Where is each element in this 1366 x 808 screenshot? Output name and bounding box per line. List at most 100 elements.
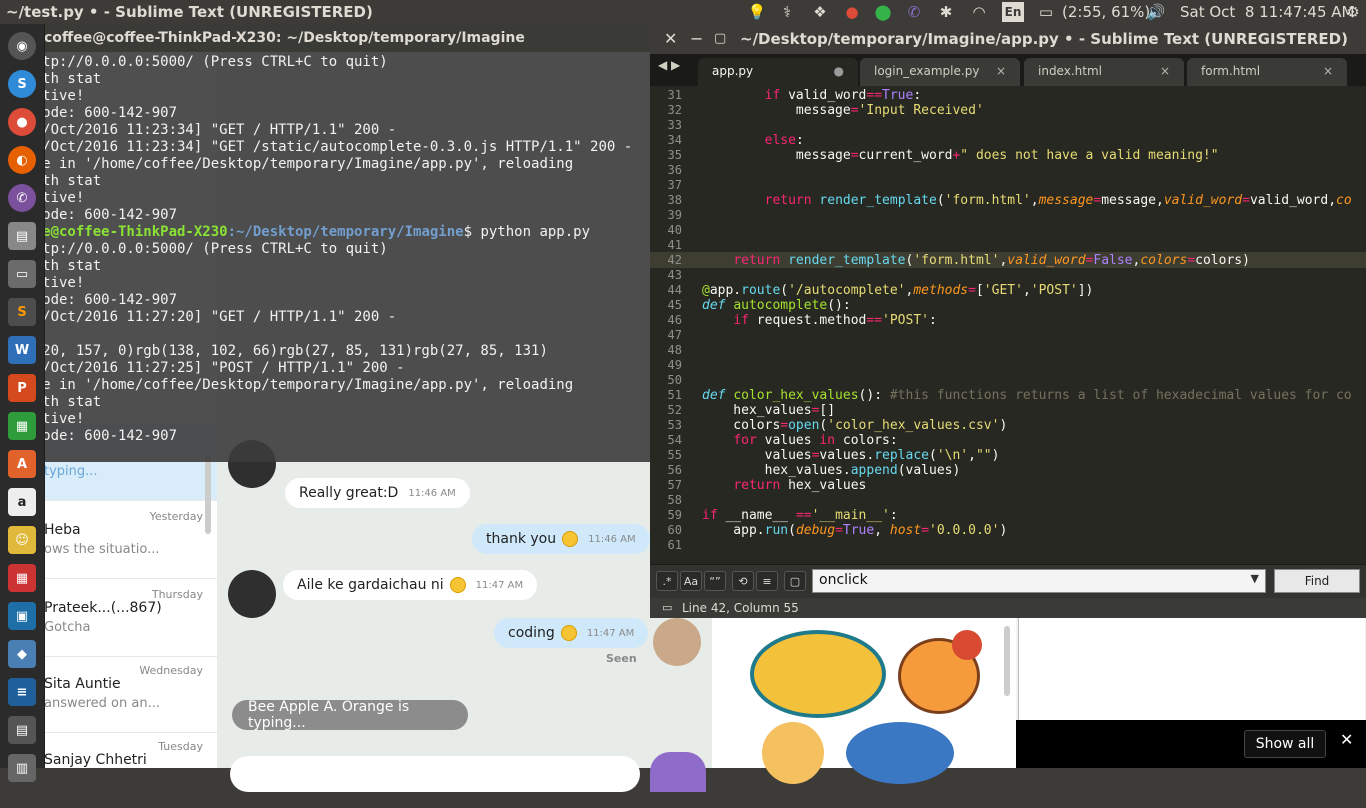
wifi-icon[interactable]: ◠ xyxy=(968,2,990,22)
line-number: 43 xyxy=(667,268,682,282)
chrome-tray-icon[interactable]: ● xyxy=(842,2,862,22)
tab-label: index.html xyxy=(1038,64,1102,78)
clock[interactable]: Sat Oct 8 11:47:45 AM xyxy=(1180,2,1355,22)
calc-icon[interactable]: ▦ xyxy=(8,412,36,440)
terminal-icon[interactable]: ▭ xyxy=(8,260,36,288)
close-icon[interactable]: ✕ xyxy=(1340,730,1353,749)
whole-word-toggle-icon[interactable]: “” xyxy=(704,571,726,591)
terminal-line: change in '/home/coffee/Desktop/temporar… xyxy=(0,377,574,393)
firefox-icon[interactable]: ◐ xyxy=(8,146,36,174)
line-number: 56 xyxy=(667,463,682,477)
in-selection-toggle-icon[interactable]: ≡ xyxy=(756,571,778,591)
wrap-toggle-icon[interactable]: ⟲ xyxy=(732,571,754,591)
location-icon[interactable]: ⬤ xyxy=(874,2,892,22)
send-button[interactable] xyxy=(650,752,706,792)
tab-login-example[interactable]: login_example.py × xyxy=(860,58,1020,86)
case-toggle-icon[interactable]: Aa xyxy=(680,571,702,591)
highlight-toggle-icon[interactable]: ▢ xyxy=(784,571,806,591)
regex-toggle-icon[interactable]: .* xyxy=(656,571,678,591)
how-you-sticker[interactable] xyxy=(846,722,954,784)
impress-icon[interactable]: P xyxy=(8,374,36,402)
terminal-output[interactable]: on http://0.0.0.0:5000/ (Press CTRL+C to… xyxy=(0,52,650,462)
code-line: @app.route('/autocomplete',methods=['GET… xyxy=(702,283,1094,298)
close-icon[interactable]: ✕ xyxy=(664,29,677,48)
message-time: 11:46 AM xyxy=(588,533,636,545)
files-icon[interactable]: ▤ xyxy=(8,222,36,250)
code-line: def autocomplete(): xyxy=(702,298,851,313)
chat-day: Wednesday xyxy=(139,664,203,677)
terminal-prompt-line: coffee@coffee-ThinkPad-X230:~/Desktop/te… xyxy=(0,224,590,241)
workspace-switcher-icon[interactable]: ▣ xyxy=(8,602,36,630)
tab-bar: ◀ ▶ app.py ● login_example.py × index.ht… xyxy=(650,54,1366,86)
chat-list-item[interactable]: Thursday Prateek...(...867) Gotcha xyxy=(44,580,217,657)
terminal-titlebar: coffee@coffee-ThinkPad-X230: ~/Desktop/t… xyxy=(0,24,650,52)
writer-icon[interactable]: W xyxy=(8,336,36,364)
panel-toggle-icon[interactable]: ▭ xyxy=(662,601,672,614)
battery-icon[interactable]: ▭ xyxy=(1034,2,1058,22)
chat-list-item[interactable]: Tuesday Sanjay Chhetri xyxy=(44,732,217,808)
app-icon[interactable]: ≡ xyxy=(8,678,36,706)
code-editor[interactable]: 31 32 33 34 35 36 37 38 39 40 41 42 43 4… xyxy=(650,86,1366,570)
chat-list-scrollbar[interactable] xyxy=(205,454,211,534)
message-bubble: Aile ke gardaichau ni 11:47 AM xyxy=(283,570,538,600)
settings-icon[interactable]: ✱ xyxy=(936,2,956,22)
line-number: 60 xyxy=(667,523,682,537)
grid-app-icon[interactable]: ▦ xyxy=(8,564,36,592)
app-icon[interactable]: ▤ xyxy=(8,716,36,744)
show-all-button[interactable]: Show all xyxy=(1244,730,1326,758)
chat-list-item[interactable]: Yesterday Heba ows the situatio... xyxy=(44,502,217,579)
boy-sticker[interactable] xyxy=(762,722,824,784)
terminal-line: - [08/Oct/2016 11:27:20] "GET / HTTP/1.1… xyxy=(0,309,397,325)
sticker-scrollbar[interactable] xyxy=(1004,626,1010,696)
tab-form-html[interactable]: form.html × xyxy=(1187,58,1347,86)
typing-indicator: Bee Apple A. Orange is typing... xyxy=(232,699,468,731)
chevron-down-icon[interactable]: ▼ xyxy=(1251,572,1259,585)
chrome-icon[interactable]: ● xyxy=(8,108,36,136)
viber-icon[interactable]: ✆ xyxy=(8,184,36,212)
message-input[interactable] xyxy=(230,756,640,792)
dash-home-icon[interactable]: ◉ xyxy=(8,32,36,60)
contact-avatar[interactable] xyxy=(228,570,276,618)
software-center-icon[interactable]: A xyxy=(8,450,36,478)
keyboard-layout[interactable]: En xyxy=(1002,2,1024,22)
amazon-icon[interactable]: a xyxy=(8,488,36,516)
terminal-title: coffee@coffee-ThinkPad-X230: ~/Desktop/t… xyxy=(44,30,525,46)
line-number: 59 xyxy=(667,508,682,522)
updates-icon[interactable]: ⚕ xyxy=(778,2,796,22)
lightbulb-icon[interactable]: 💡 xyxy=(748,2,767,22)
code-line: return render_template('form.html',messa… xyxy=(764,193,1352,208)
tab-close-icon[interactable]: × xyxy=(996,64,1006,78)
unsaved-dot-icon[interactable]: ● xyxy=(834,64,844,78)
viber-tray-icon[interactable]: ✆ xyxy=(904,2,924,22)
line-number: 54 xyxy=(667,433,682,447)
top-panel: ~/test.py • - Sublime Text (UNREGISTERED… xyxy=(0,0,1366,24)
dropbox-icon[interactable]: ❖ xyxy=(810,2,830,22)
line-number: 45 xyxy=(667,298,682,312)
trash-icon[interactable]: ▥ xyxy=(8,754,36,782)
app-icon[interactable]: ◆ xyxy=(8,640,36,668)
volume-icon[interactable]: 🔊 xyxy=(1146,2,1166,22)
skype-icon[interactable]: S xyxy=(8,70,36,98)
find-input[interactable]: onclick ▼ xyxy=(812,569,1266,593)
sticker-app-icon[interactable]: ☺ xyxy=(8,526,36,554)
chat-list-item[interactable]: Wednesday Sita Auntie answered on an... xyxy=(44,656,217,733)
tab-index-html[interactable]: index.html × xyxy=(1024,58,1184,86)
terminal-line: on http://0.0.0.0:5000/ (Press CTRL+C to… xyxy=(0,54,388,70)
terminal-line: on http://0.0.0.0:5000/ (Press CTRL+C to… xyxy=(0,241,388,257)
find-button[interactable]: Find xyxy=(1274,569,1360,593)
code-line: hex_values=[] xyxy=(702,403,836,418)
tab-nav-arrows-icon[interactable]: ◀ ▶ xyxy=(658,58,680,72)
find-panel: .* Aa “” ⟲ ≡ ▢ onclick ▼ Find xyxy=(650,564,1366,599)
tab-close-icon[interactable]: × xyxy=(1323,64,1333,78)
sublime-text-icon[interactable]: S xyxy=(8,298,36,326)
tab-close-icon[interactable]: × xyxy=(1160,64,1170,78)
tab-app-py[interactable]: app.py ● xyxy=(698,58,858,86)
good-luck-sticker[interactable] xyxy=(750,630,886,718)
code-line: return render_template('form.html',valid… xyxy=(733,253,1250,268)
unity-launcher: ◉ S ● ◐ ✆ ▤ ▭ S W P ▦ A a ☺ ▦ ▣ ◆ ≡ ▤ ▥ xyxy=(0,24,45,782)
minimize-icon[interactable]: − xyxy=(690,29,703,48)
session-gear-icon[interactable]: ⚙ xyxy=(1344,2,1362,22)
chat-name: Sanjay Chhetri xyxy=(44,752,147,768)
code-line: else: xyxy=(764,133,804,148)
maximize-icon[interactable]: ▢ xyxy=(714,31,726,46)
